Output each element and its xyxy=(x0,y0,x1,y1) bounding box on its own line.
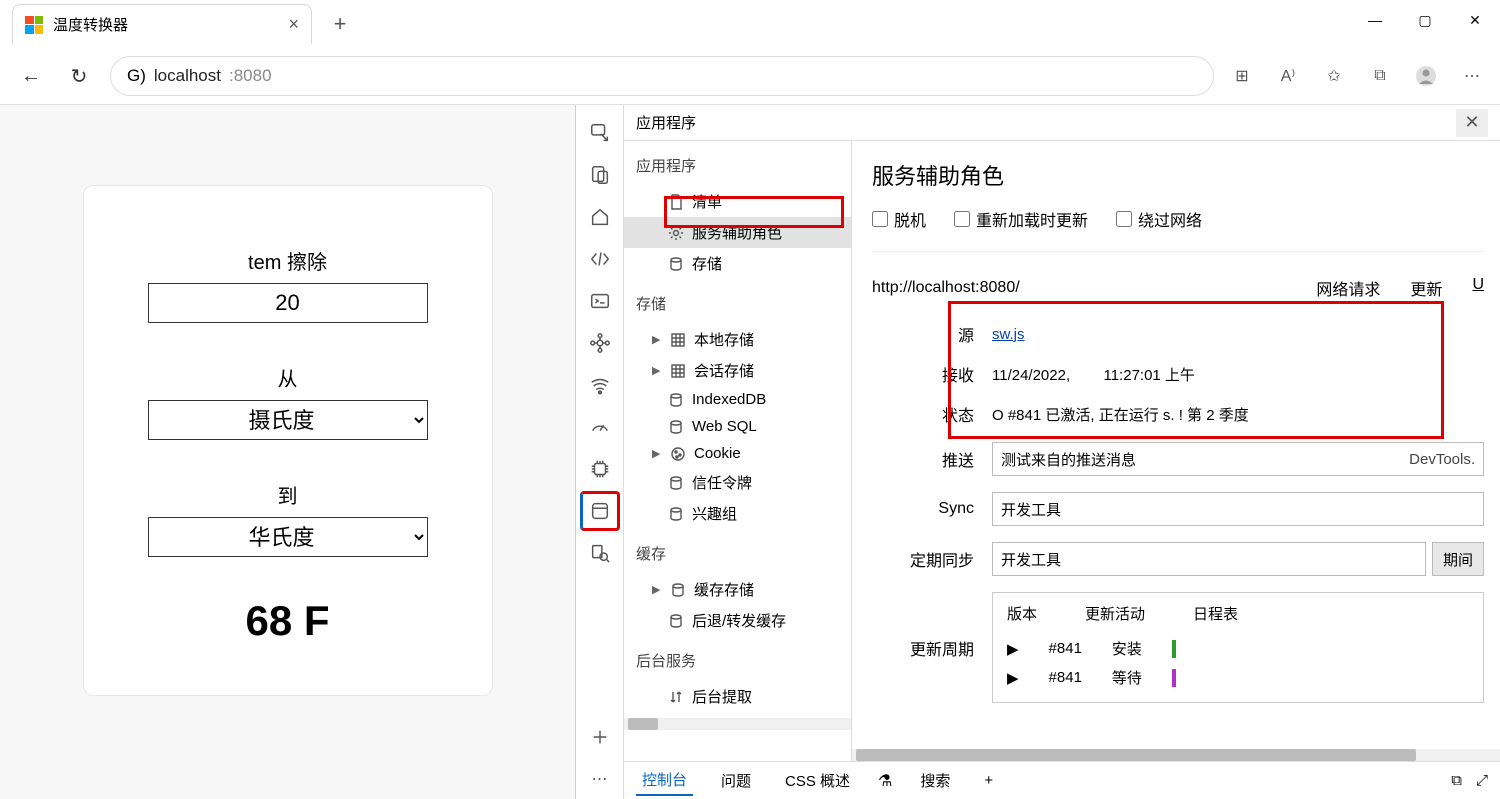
tem-input[interactable] xyxy=(148,283,428,323)
to-label: 到 xyxy=(124,480,452,509)
window-minimize[interactable]: — xyxy=(1350,0,1400,40)
new-tab-button[interactable]: + xyxy=(320,11,360,37)
devtools-close-icon[interactable]: ✕ xyxy=(1456,109,1488,137)
read-aloud-icon[interactable]: A⁾ xyxy=(1274,62,1302,90)
drawer-add-tab[interactable]: + xyxy=(978,768,999,793)
tem-label: tem 擦除 xyxy=(124,246,452,275)
sw-check-offline[interactable]: 脱机 xyxy=(872,207,926,231)
network-icon[interactable] xyxy=(580,365,620,405)
profile-icon[interactable] xyxy=(1412,62,1440,90)
tab-title: 温度转换器 xyxy=(53,14,278,35)
tree-item-storage[interactable]: 存储 xyxy=(624,248,851,279)
from-label: 从 xyxy=(124,363,452,392)
flask-icon[interactable]: ⚗ xyxy=(878,771,892,791)
tree-item-interest-groups[interactable]: 兴趣组 xyxy=(624,498,851,529)
drawer-tab-search[interactable]: 搜索 xyxy=(914,766,956,795)
drawer-tab-css[interactable]: CSS 概述 xyxy=(779,766,856,795)
sw-check-bypass[interactable]: 绕过网络 xyxy=(1116,207,1202,231)
refresh-button[interactable]: ↻ xyxy=(62,59,96,93)
to-select[interactable]: 华氏度 xyxy=(148,517,428,557)
result-text: 68 F xyxy=(124,597,452,645)
performance-icon[interactable] xyxy=(580,407,620,447)
application-icon[interactable] xyxy=(580,491,620,531)
add-tool-icon[interactable] xyxy=(580,717,620,757)
search-tool-icon[interactable] xyxy=(580,533,620,573)
inspect-icon[interactable] xyxy=(580,113,620,153)
tab-close-icon[interactable]: × xyxy=(288,14,299,35)
device-icon[interactable] xyxy=(580,155,620,195)
from-select[interactable]: 摄氏度 xyxy=(148,400,428,440)
sw-sync-label: Sync xyxy=(872,500,992,518)
sw-push-label: 推送 xyxy=(872,447,992,471)
tree-section-cache: 缓存 xyxy=(624,529,851,574)
window-maximize[interactable]: ▢ xyxy=(1400,0,1450,40)
drawer-tab-console[interactable]: 控制台 xyxy=(636,765,693,796)
more-icon[interactable]: ⋯ xyxy=(1458,62,1486,90)
drawer-expand-icon[interactable]: ⤢ xyxy=(1476,772,1488,789)
tree-item-bg-fetch[interactable]: 后台提取 xyxy=(624,681,851,712)
devtools-rail: ⋯ xyxy=(576,105,624,799)
apps-icon[interactable]: ⊞ xyxy=(1228,62,1256,90)
sw-cycle-box: 版本 更新活动 日程表 ▶#841安装 ▶#841等待 xyxy=(992,592,1484,703)
sw-title: 服务辅助角色 xyxy=(872,159,1484,191)
settings-dots-icon[interactable]: ⋯ xyxy=(580,759,620,799)
devtools-panel: ⋯ 应用程序 ✕ 应用程序 清单 服务辅助角色 存储 存储 ▶本地存储 ▶会话存… xyxy=(575,105,1500,799)
converter-card: tem 擦除 从 摄氏度 到 华氏度 68 F xyxy=(83,185,493,696)
browser-tab[interactable]: 温度转换器 × xyxy=(12,4,312,44)
tree-item-session-storage[interactable]: ▶会话存储 xyxy=(624,355,851,386)
service-worker-panel: 服务辅助角色 脱机 重新加载时更新 绕过网络 http://localhost:… xyxy=(852,141,1500,761)
devtools-title: 应用程序 xyxy=(636,112,696,133)
elements-icon[interactable] xyxy=(580,239,620,279)
sw-link-unregister[interactable]: U xyxy=(1472,276,1484,300)
cycle-row[interactable]: ▶#841安装 xyxy=(1007,634,1469,663)
devtools-drawer-tabs: 控制台 问题 CSS 概述 ⚗ 搜索 + ⧉ ⤢ xyxy=(624,761,1500,799)
sw-origin: http://localhost:8080/ xyxy=(872,279,1286,297)
tree-section-app: 应用程序 xyxy=(624,141,851,186)
favorites-icon[interactable]: ✩ xyxy=(1320,62,1348,90)
tree-item-indexeddb[interactable]: IndexedDB xyxy=(624,386,851,413)
tree-item-bfcache[interactable]: 后退/转发缓存 xyxy=(624,605,851,636)
sw-push-input[interactable]: 测试来自的推送消息DevTools. xyxy=(992,442,1484,476)
tree-item-websql[interactable]: Web SQL xyxy=(624,413,851,440)
back-button[interactable]: ← xyxy=(14,59,48,93)
favicon-icon xyxy=(25,16,43,34)
url-prefix: G) xyxy=(127,66,146,86)
tree-section-bg: 后台服务 xyxy=(624,636,851,681)
sw-period-button[interactable]: 期间 xyxy=(1432,542,1484,576)
tree-item-service-workers[interactable]: 服务辅助角色 xyxy=(624,217,851,248)
url-port: :8080 xyxy=(229,66,272,86)
address-bar[interactable]: G) localhost :8080 xyxy=(110,56,1214,96)
application-tree: 应用程序 清单 服务辅助角色 存储 存储 ▶本地存储 ▶会话存储 Indexed… xyxy=(624,141,852,761)
sw-periodic-label: 定期同步 xyxy=(872,547,992,571)
collections-icon[interactable]: ⧉ xyxy=(1366,62,1394,90)
tree-item-trust-tokens[interactable]: 信任令牌 xyxy=(624,467,851,498)
page-content: tem 擦除 从 摄氏度 到 华氏度 68 F xyxy=(0,105,575,799)
tree-item-cookies[interactable]: ▶Cookie xyxy=(624,440,851,467)
sw-check-update-reload[interactable]: 重新加载时更新 xyxy=(954,207,1088,231)
tree-item-cache-storage[interactable]: ▶缓存存储 xyxy=(624,574,851,605)
sources-icon[interactable] xyxy=(580,323,620,363)
sw-sync-input[interactable]: 开发工具 xyxy=(992,492,1484,526)
drawer-dock-icon[interactable]: ⧉ xyxy=(1451,772,1462,789)
memory-icon[interactable] xyxy=(580,449,620,489)
sw-link-network[interactable]: 网络请求 xyxy=(1316,276,1380,300)
cycle-row[interactable]: ▶#841等待 xyxy=(1007,663,1469,692)
sw-cycle-label: 更新周期 xyxy=(872,636,992,660)
tree-item-manifest[interactable]: 清单 xyxy=(624,186,851,217)
window-close[interactable]: ✕ xyxy=(1450,0,1500,40)
sw-link-update[interactable]: 更新 xyxy=(1410,276,1442,300)
sw-periodic-input[interactable]: 开发工具 xyxy=(992,542,1426,576)
drawer-tab-issues[interactable]: 问题 xyxy=(715,766,757,795)
welcome-icon[interactable] xyxy=(580,197,620,237)
tree-section-storage: 存储 xyxy=(624,279,851,324)
tree-item-local-storage[interactable]: ▶本地存储 xyxy=(624,324,851,355)
url-host: localhost xyxy=(154,66,221,86)
console-icon[interactable] xyxy=(580,281,620,321)
